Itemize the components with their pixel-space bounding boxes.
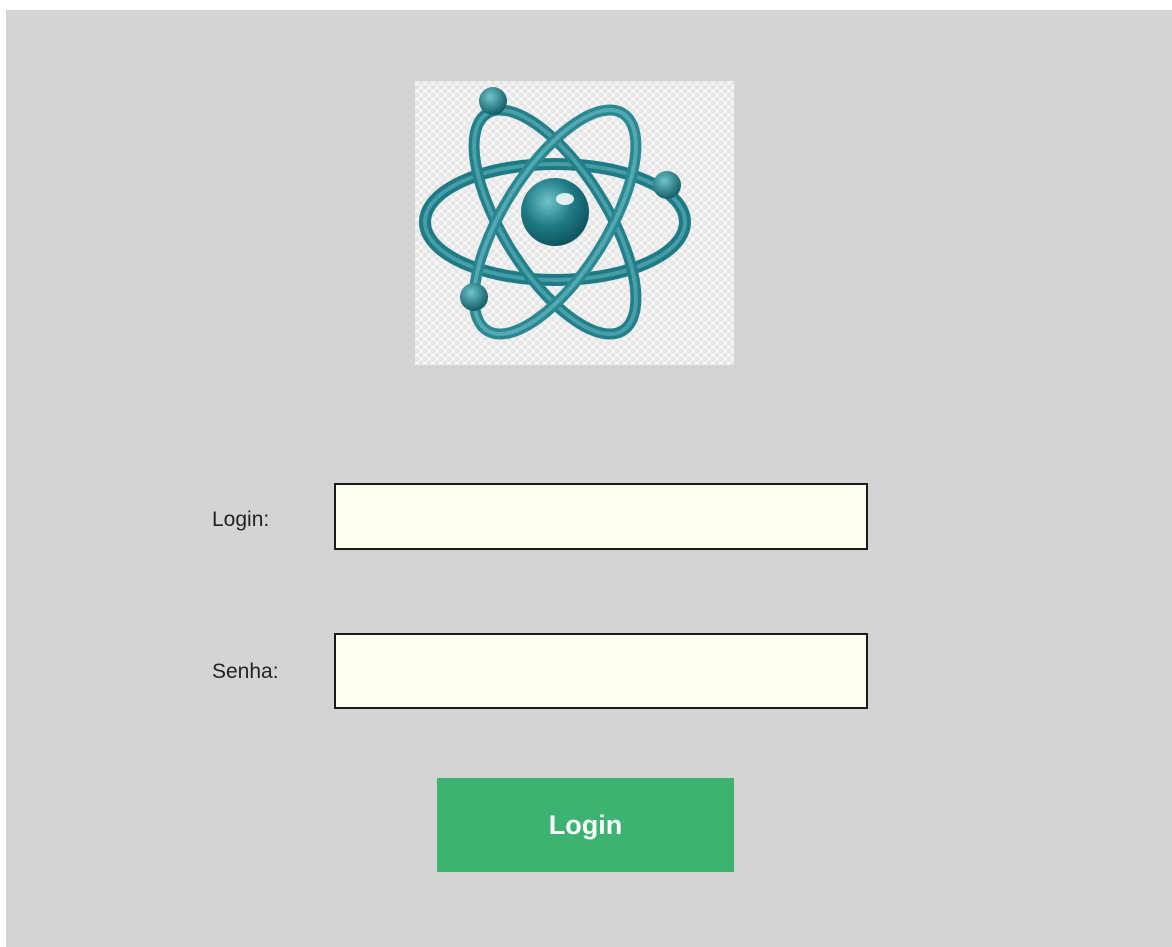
senha-input[interactable] bbox=[334, 633, 868, 709]
login-input[interactable] bbox=[334, 483, 868, 550]
login-label: Login: bbox=[212, 508, 270, 531]
atom-icon bbox=[419, 87, 691, 340]
senha-label: Senha: bbox=[212, 660, 279, 683]
logo bbox=[415, 81, 734, 365]
login-button[interactable]: Login bbox=[437, 778, 734, 872]
login-panel: Login: Senha: Login bbox=[6, 10, 1172, 947]
